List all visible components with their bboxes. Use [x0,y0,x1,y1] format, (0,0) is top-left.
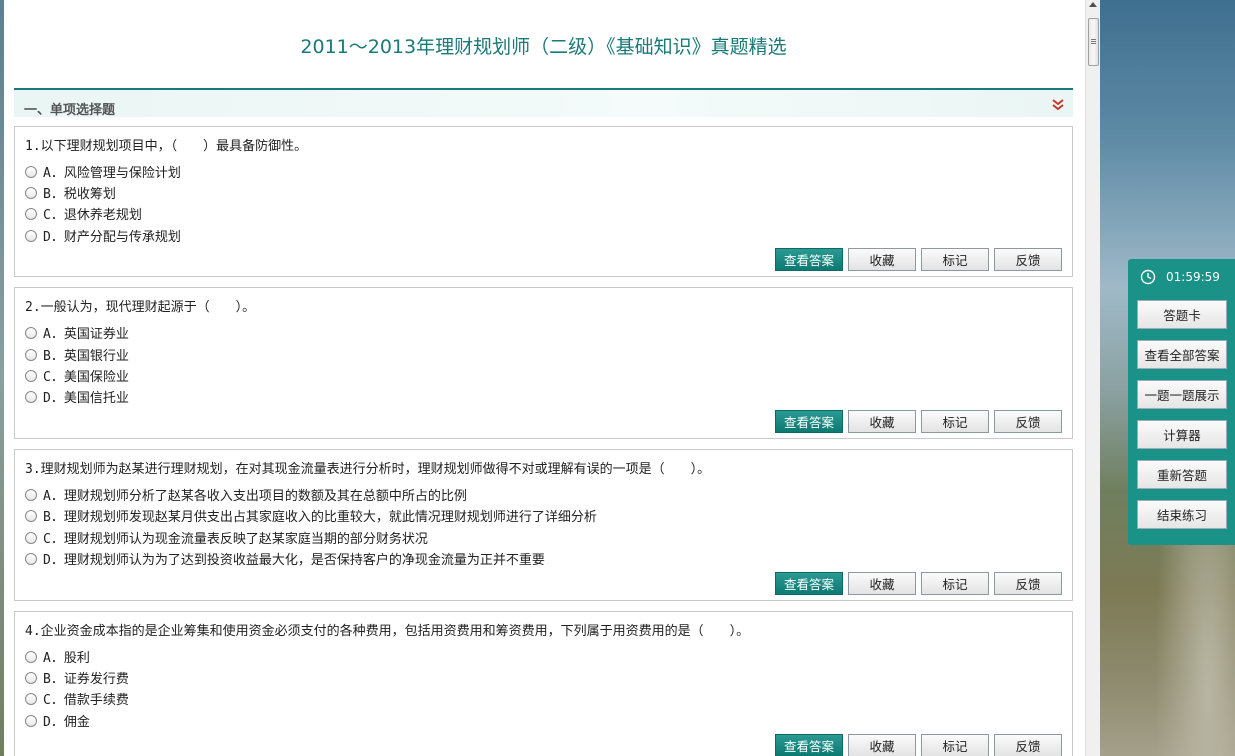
question-1: 1.以下理财规划项目中，（ ）最具备防御性。 A．风险管理与保险计划 B．税收筹… [14,126,1073,277]
question-actions: 查看答案 收藏 标记 反馈 [775,734,1062,756]
section-header[interactable]: 一、单项选择题 [14,90,1073,118]
view-answer-button[interactable]: 查看答案 [775,410,843,433]
radio-button[interactable] [25,326,37,339]
question-text: 2.一般认为，现代理财起源于（ ）。 [25,300,256,315]
favorite-button[interactable]: 收藏 [848,248,916,271]
page-title: 2011～2013年理财规划师（二级）《基础知识》真题精选 [300,36,787,58]
side-panel: 01:59:59 答题卡 查看全部答案 一题一题展示 计算器 重新答题 结束练习 [1128,259,1235,545]
scroll-grip [1091,43,1096,44]
mark-button[interactable]: 标记 [921,734,989,756]
view-answer-button[interactable]: 查看答案 [775,734,843,756]
radio-button[interactable] [25,207,37,220]
option-b[interactable]: B．证券发行费 [25,668,129,687]
question-3: 3.理财规划师为赵某进行理财规划，在对其现金流量表进行分析时，理财规划师做得不对… [14,449,1073,601]
option-label: D．理财规划师认为为了达到投资收益最大化，是否保持客户的净现金流量为正并不重要 [43,553,545,568]
double-chevron-down-icon[interactable] [1051,98,1065,112]
option-a[interactable]: A．英国证券业 [25,323,129,342]
option-b[interactable]: B．英国银行业 [25,345,129,364]
option-a[interactable]: A．理财规划师分析了赵某各收入支出项目的数额及其在总额中所占的比例 [25,485,467,504]
one-by-one-button[interactable]: 一题一题展示 [1137,380,1227,409]
view-answer-button[interactable]: 查看答案 [775,572,843,595]
feedback-button[interactable]: 反馈 [994,572,1062,595]
favorite-button[interactable]: 收藏 [848,572,916,595]
radio-button[interactable] [25,531,37,544]
scroll-grip [1091,39,1096,40]
scroll-thumb[interactable] [1088,18,1099,66]
feedback-button[interactable]: 反馈 [994,248,1062,271]
calculator-button[interactable]: 计算器 [1137,420,1227,449]
radio-button[interactable] [25,229,37,242]
option-label: A．英国证券业 [43,327,129,342]
option-b[interactable]: B．税收筹划 [25,183,116,202]
question-2: 2.一般认为，现代理财起源于（ ）。 A．英国证券业 B．英国银行业 C．美国保… [14,287,1073,439]
question-actions: 查看答案 收藏 标记 反馈 [775,410,1062,433]
question-actions: 查看答案 收藏 标记 反馈 [775,248,1062,271]
radio-button[interactable] [25,650,37,663]
option-label: D．佣金 [43,715,90,730]
option-label: C．美国保险业 [43,370,129,385]
section-title: 一、单项选择题 [24,103,116,118]
mark-button[interactable]: 标记 [921,248,989,271]
feedback-button[interactable]: 反馈 [994,410,1062,433]
radio-button[interactable] [25,165,37,178]
option-d[interactable]: D．美国信托业 [25,387,129,406]
radio-button[interactable] [25,348,37,361]
option-label: B．理财规划师发现赵某月供支出占其家庭收入的比重较大，就此情况理财规划师进行了详… [43,510,597,525]
option-d[interactable]: D．佣金 [25,711,90,730]
end-practice-button[interactable]: 结束练习 [1137,500,1227,529]
question-actions: 查看答案 收藏 标记 反馈 [775,572,1062,595]
option-label: B．证券发行费 [43,672,129,687]
exam-window: 2011～2013年理财规划师（二级）《基础知识》真题精选 一、单项选择题 1.… [4,0,1100,756]
option-a[interactable]: A．风险管理与保险计划 [25,162,181,181]
question-text: 1.以下理财规划项目中，（ ）最具备防御性。 [25,139,308,154]
radio-button[interactable] [25,509,37,522]
clock-icon [1140,269,1156,285]
radio-button[interactable] [25,671,37,684]
vertical-scrollbar[interactable] [1085,0,1100,756]
scroll-grip [1091,41,1096,42]
option-c[interactable]: C．美国保险业 [25,366,129,385]
option-label: C．借款手续费 [43,693,129,708]
option-c[interactable]: C．借款手续费 [25,689,129,708]
radio-button[interactable] [25,390,37,403]
exam-content: 2011～2013年理财规划师（二级）《基础知识》真题精选 一、单项选择题 1.… [14,0,1073,756]
option-label: D．财产分配与传承规划 [43,230,181,245]
radio-button[interactable] [25,692,37,705]
timer-value: 01:59:59 [1166,270,1220,284]
radio-button[interactable] [25,488,37,501]
question-text: 4.企业资金成本指的是企业筹集和使用资金必须支付的各种费用，包括用资费用和筹资费… [25,624,750,639]
option-b[interactable]: B．理财规划师发现赵某月供支出占其家庭收入的比重较大，就此情况理财规划师进行了详… [25,506,597,525]
favorite-button[interactable]: 收藏 [848,410,916,433]
option-d[interactable]: D．理财规划师认为为了达到投资收益最大化，是否保持客户的净现金流量为正并不重要 [25,549,545,568]
option-label: A．理财规划师分析了赵某各收入支出项目的数额及其在总额中所占的比例 [43,489,467,504]
answer-card-button[interactable]: 答题卡 [1137,300,1227,329]
scroll-up-arrow-icon[interactable] [1089,2,1097,7]
option-label: D．美国信托业 [43,391,129,406]
radio-button[interactable] [25,714,37,727]
option-label: B．税收筹划 [43,187,116,202]
restart-button[interactable]: 重新答题 [1137,460,1227,489]
option-label: B．英国银行业 [43,349,129,364]
radio-button[interactable] [25,552,37,565]
option-a[interactable]: A．股利 [25,647,90,666]
option-label: A．股利 [43,651,90,666]
question-text: 3.理财规划师为赵某进行理财规划，在对其现金流量表进行分析时，理财规划师做得不对… [25,462,711,477]
mark-button[interactable]: 标记 [921,572,989,595]
mark-button[interactable]: 标记 [921,410,989,433]
radio-button[interactable] [25,369,37,382]
radio-button[interactable] [25,186,37,199]
option-label: C．退休养老规划 [43,208,142,223]
option-c[interactable]: C．理财规划师认为现金流量表反映了赵某家庭当期的部分财务状况 [25,528,428,547]
feedback-button[interactable]: 反馈 [994,734,1062,756]
view-all-answers-button[interactable]: 查看全部答案 [1137,340,1227,369]
option-c[interactable]: C．退休养老规划 [25,204,142,223]
question-4: 4.企业资金成本指的是企业筹集和使用资金必须支付的各种费用，包括用资费用和筹资费… [14,611,1073,756]
countdown-timer: 01:59:59 [1140,269,1220,285]
option-d[interactable]: D．财产分配与传承规划 [25,226,181,245]
view-answer-button[interactable]: 查看答案 [775,248,843,271]
option-label: A．风险管理与保险计划 [43,166,181,181]
option-label: C．理财规划师认为现金流量表反映了赵某家庭当期的部分财务状况 [43,532,428,547]
favorite-button[interactable]: 收藏 [848,734,916,756]
